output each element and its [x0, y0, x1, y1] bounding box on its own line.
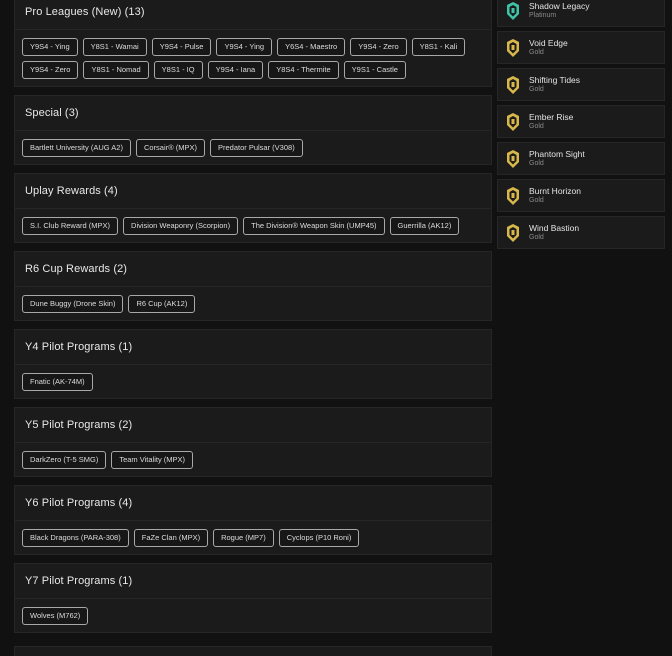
rank-badge-icon — [507, 1, 519, 20]
season-name: Shifting Tides — [529, 75, 581, 85]
item-tag[interactable]: Predator Pulsar (V308) — [209, 139, 303, 157]
season-name: Void Edge — [529, 38, 568, 48]
item-tag[interactable]: Y8S1 - Kali — [411, 38, 466, 56]
season-name: Phantom Sight — [529, 149, 585, 159]
section-title: R6 Cup Rewards (2) — [15, 252, 491, 287]
season-rank: Gold — [529, 123, 544, 130]
item-tag[interactable]: R6 Cup (AK12) — [128, 295, 196, 313]
season-rank-card[interactable]: Wind Bastion Gold — [497, 216, 665, 249]
season-rank: Gold — [529, 160, 544, 167]
season-rank-card[interactable]: Ember Rise Gold — [497, 105, 665, 138]
item-tag[interactable]: Dune Buggy (Drone Skin) — [22, 295, 124, 313]
season-text: Wind Bastion Gold — [529, 223, 579, 242]
rank-badge-icon — [507, 75, 519, 94]
item-tag[interactable]: Y9S1 - Castle — [343, 61, 406, 79]
collection-section: Y4 Pilot Programs (1) Fnatic (AK-74M) — [14, 329, 492, 399]
next-section-header — [14, 646, 492, 656]
season-rank-card[interactable]: Burnt Horizon Gold — [497, 179, 665, 212]
charms-sections: Pro Leagues (New) (13) Y9S4 - Ying Y8S1 - … — [14, 0, 492, 641]
section-items: Fnatic (AK-74M) — [15, 365, 491, 398]
rank-badge-icon — [507, 223, 519, 242]
season-text: Shifting Tides Gold — [529, 75, 580, 94]
section-title: Y7 Pilot Programs (1) — [15, 564, 491, 599]
item-tag[interactable]: FaZe Clan (MPX) — [133, 529, 209, 547]
section-items: Black Dragons (PARA-308) FaZe Clan (MPX) R… — [15, 521, 491, 554]
item-tag[interactable]: Y9S4 - Iana — [207, 61, 264, 79]
item-tag[interactable]: Y8S1 - Nomad — [83, 61, 149, 79]
section-title: Special (3) — [15, 96, 491, 131]
season-text: Burnt Horizon Gold — [529, 186, 581, 205]
item-tag[interactable]: Wolves (M762) — [22, 607, 89, 625]
rank-badge-icon — [507, 186, 519, 205]
collection-section: Pro Leagues (New) (13) Y9S4 - Ying Y8S1 - … — [14, 0, 492, 87]
season-text: Void Edge Gold — [529, 38, 568, 57]
season-name: Wind Bastion — [529, 223, 580, 233]
rank-badge-icon — [507, 38, 519, 57]
season-rank: Gold — [529, 49, 544, 56]
item-tag[interactable]: Y9S4 - Zero — [22, 61, 79, 79]
collection-section: Special (3) Bartlett University (AUG A2) C… — [14, 95, 492, 165]
item-tag[interactable]: Black Dragons (PARA-308) — [22, 529, 129, 547]
item-tag[interactable]: Y9S4 - Zero — [350, 38, 407, 56]
rank-badge-icon — [507, 149, 519, 168]
item-tag[interactable]: Y8S1 - IQ — [153, 61, 203, 79]
section-items: Y9S4 - Ying Y8S1 - Wamai Y9S4 - Pulse Y9S4 … — [15, 30, 491, 86]
collection-section: Y5 Pilot Programs (2) DarkZero (T-5 SMG) T… — [14, 407, 492, 477]
item-tag[interactable]: Y9S4 - Pulse — [151, 38, 212, 56]
item-tag[interactable]: S.I. Club Reward (MPX) — [22, 217, 119, 235]
season-name: Ember Rise — [529, 112, 574, 122]
section-title: Uplay Rewards (4) — [15, 174, 491, 209]
collection-section: Uplay Rewards (4) S.I. Club Reward (MPX) D… — [14, 173, 492, 243]
collection-section: Y7 Pilot Programs (1) Wolves (M762) — [14, 563, 492, 633]
item-tag[interactable]: Y9S4 - Ying — [216, 38, 273, 56]
season-ranks-list: Shadow Legacy Platinum Void Edge Gold Shifti… — [497, 0, 665, 253]
season-name: Shadow Legacy — [529, 1, 590, 11]
item-tag[interactable]: Rogue (MP7) — [213, 529, 274, 547]
item-tag[interactable]: Cyclops (P10 Roni) — [278, 529, 360, 547]
item-tag[interactable]: Y8S1 - Wamai — [82, 38, 147, 56]
item-tag[interactable]: Y9S4 - Ying — [22, 38, 78, 56]
section-title: Y6 Pilot Programs (4) — [15, 486, 491, 521]
item-tag[interactable]: Guerrilla (AK12) — [389, 217, 460, 235]
item-tag[interactable]: Y6S4 - Maestro — [277, 38, 346, 56]
section-items: DarkZero (T-5 SMG) Team Vitality (MPX) — [15, 443, 491, 476]
section-items: S.I. Club Reward (MPX) Division Weaponry … — [15, 209, 491, 242]
season-rank-card[interactable]: Phantom Sight Gold — [497, 142, 665, 175]
item-tag[interactable]: Corsair® (MPX) — [135, 139, 205, 157]
item-tag[interactable]: Fnatic (AK-74M) — [22, 373, 93, 391]
season-text: Ember Rise Gold — [529, 112, 573, 131]
collection-section: R6 Cup Rewards (2) Dune Buggy (Drone Skin… — [14, 251, 492, 321]
season-rank-card[interactable]: Void Edge Gold — [497, 31, 665, 64]
season-rank-card[interactable]: Shadow Legacy Platinum — [497, 0, 665, 27]
section-items: Dune Buggy (Drone Skin) R6 Cup (AK12) — [15, 287, 491, 320]
item-tag[interactable]: Team Vitality (MPX) — [111, 451, 194, 469]
season-name: Burnt Horizon — [529, 186, 581, 196]
season-text: Phantom Sight Gold — [529, 149, 585, 168]
season-rank: Gold — [529, 197, 544, 204]
section-title: Y5 Pilot Programs (2) — [15, 408, 491, 443]
season-rank-card[interactable]: Shifting Tides Gold — [497, 68, 665, 101]
section-items: Bartlett University (AUG A2) Corsair® (MP… — [15, 131, 491, 164]
section-title: Y4 Pilot Programs (1) — [15, 330, 491, 365]
item-tag[interactable]: DarkZero (T-5 SMG) — [22, 451, 107, 469]
section-title: Pro Leagues (New) (13) — [15, 0, 491, 30]
collection-section: Y6 Pilot Programs (4) Black Dragons (PARA… — [14, 485, 492, 555]
season-text: Shadow Legacy Platinum — [529, 1, 590, 20]
rank-badge-icon — [507, 112, 519, 131]
section-items: Wolves (M762) — [15, 599, 491, 632]
season-rank: Gold — [529, 86, 544, 93]
item-tag[interactable]: Bartlett University (AUG A2) — [22, 139, 131, 157]
season-rank: Platinum — [529, 12, 557, 19]
item-tag[interactable]: Y8S4 - Thermite — [268, 61, 339, 79]
season-rank: Gold — [529, 234, 544, 241]
item-tag[interactable]: Division Weaponry (Scorpion) — [123, 217, 239, 235]
item-tag[interactable]: The Division® Weapon Skin (UMP45) — [243, 217, 385, 235]
